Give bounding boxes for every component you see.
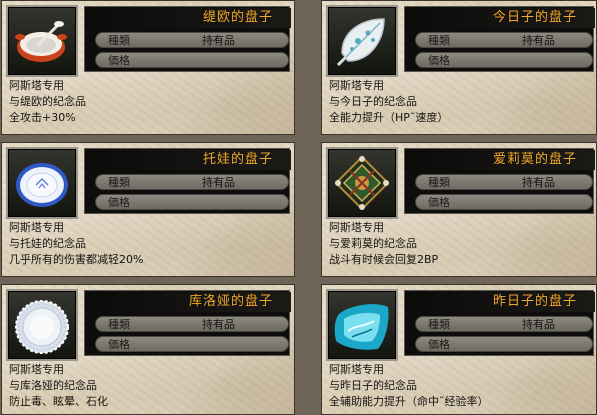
price-label: 価格 bbox=[428, 196, 450, 209]
lace-plate-icon bbox=[6, 289, 78, 361]
item-header: 缇欧的盘子 種類 持有品 価格 bbox=[84, 6, 291, 72]
type-label: 種類 bbox=[428, 34, 450, 47]
price-label: 価格 bbox=[108, 338, 130, 351]
item-description: 阿斯塔专用 与今日子的纪念品 全能力提升（HP˜速度） bbox=[329, 78, 448, 126]
desc-line: 全攻击+30% bbox=[9, 111, 76, 124]
desc-line: 阿斯塔专用 bbox=[9, 79, 64, 92]
item-description: 阿斯塔专用 与托娃的纪念品 几乎所有的伤害都减轻20% bbox=[9, 220, 143, 268]
type-value: 持有品 bbox=[202, 34, 235, 47]
desc-line: 与缇欧的纪念品 bbox=[9, 95, 86, 108]
type-value: 持有品 bbox=[522, 318, 555, 331]
item-card[interactable]: 缇欧的盘子 種類 持有品 価格 阿斯塔专用 与缇欧的纪念品 全攻击+30% bbox=[1, 0, 295, 135]
desc-line: 战斗有时候会回复2BP bbox=[329, 253, 439, 266]
desc-line: 与爱莉莫的纪念品 bbox=[329, 237, 417, 250]
price-row: 価格 bbox=[415, 194, 593, 210]
item-card[interactable]: 库洛娅的盘子 種類 持有品 価格 阿斯塔专用 与库洛娅的纪念品 防止毒、眩晕、石… bbox=[1, 284, 295, 415]
desc-line: 全能力提升（HP˜速度） bbox=[329, 111, 449, 124]
blue-plate-icon bbox=[6, 147, 78, 219]
type-label: 種類 bbox=[428, 176, 450, 189]
item-header: 库洛娅的盘子 種類 持有品 価格 bbox=[84, 290, 291, 356]
type-row: 種類 持有品 bbox=[415, 174, 593, 190]
cyan-plate-icon bbox=[326, 289, 398, 361]
type-label: 種類 bbox=[428, 318, 450, 331]
item-grid: 缇欧的盘子 種類 持有品 価格 阿斯塔专用 与缇欧的纪念品 全攻击+30% 今日… bbox=[0, 0, 597, 415]
desc-line: 与今日子的纪念品 bbox=[329, 95, 417, 108]
item-card[interactable]: 托娃的盘子 種類 持有品 価格 阿斯塔专用 与托娃的纪念品 几乎所有的伤害都减轻… bbox=[1, 142, 295, 277]
item-title: 今日子的盘子 bbox=[405, 8, 595, 28]
item-card[interactable]: 今日子的盘子 種類 持有品 価格 阿斯塔专用 与今日子的纪念品 全能力提升（HP… bbox=[321, 0, 597, 135]
item-title: 昨日子的盘子 bbox=[405, 292, 595, 312]
desc-line: 阿斯塔专用 bbox=[9, 363, 64, 376]
item-header: 托娃的盘子 種類 持有品 価格 bbox=[84, 148, 291, 214]
price-row: 価格 bbox=[95, 336, 289, 352]
desc-line: 与库洛娅的纪念品 bbox=[9, 379, 97, 392]
type-label: 種類 bbox=[108, 34, 130, 47]
item-title: 爱莉莫的盘子 bbox=[405, 150, 595, 170]
leaf-plate-icon bbox=[326, 5, 398, 77]
type-label: 種類 bbox=[108, 176, 130, 189]
item-description: 阿斯塔专用 与库洛娅的纪念品 防止毒、眩晕、石化 bbox=[9, 362, 108, 410]
desc-line: 全辅助能力提升（命中˜经验率） bbox=[329, 395, 489, 408]
desc-line: 与托娃的纪念品 bbox=[9, 237, 86, 250]
item-description: 阿斯塔专用 与爱莉莫的纪念品 战斗有时候会回复2BP bbox=[329, 220, 438, 268]
desc-line: 阿斯塔专用 bbox=[329, 79, 384, 92]
price-label: 価格 bbox=[428, 54, 450, 67]
desc-line: 与昨日子的纪念品 bbox=[329, 379, 417, 392]
desc-line: 阿斯塔专用 bbox=[329, 363, 384, 376]
desc-line: 防止毒、眩晕、石化 bbox=[9, 395, 108, 408]
type-value: 持有品 bbox=[522, 176, 555, 189]
price-row: 価格 bbox=[95, 52, 289, 68]
item-title: 库洛娅的盘子 bbox=[85, 292, 291, 312]
item-description: 阿斯塔专用 与缇欧的纪念品 全攻击+30% bbox=[9, 78, 86, 126]
type-row: 種類 持有品 bbox=[415, 32, 593, 48]
price-label: 価格 bbox=[108, 54, 130, 67]
price-label: 価格 bbox=[428, 338, 450, 351]
price-label: 価格 bbox=[108, 196, 130, 209]
price-row: 価格 bbox=[415, 52, 593, 68]
type-row: 種類 持有品 bbox=[415, 316, 593, 332]
red-bowl-icon bbox=[6, 5, 78, 77]
item-description: 阿斯塔专用 与昨日子的纪念品 全辅助能力提升（命中˜经验率） bbox=[329, 362, 489, 410]
type-value: 持有品 bbox=[202, 318, 235, 331]
type-row: 種類 持有品 bbox=[95, 32, 289, 48]
item-title: 缇欧的盘子 bbox=[85, 8, 291, 28]
item-card[interactable]: 爱莉莫的盘子 種類 持有品 価格 阿斯塔专用 与爱莉莫的纪念品 战斗有时候会回复… bbox=[321, 142, 597, 277]
item-header: 爱莉莫的盘子 種類 持有品 価格 bbox=[404, 148, 595, 214]
price-row: 価格 bbox=[415, 336, 593, 352]
type-value: 持有品 bbox=[522, 34, 555, 47]
desc-line: 阿斯塔专用 bbox=[329, 221, 384, 234]
item-title: 托娃的盘子 bbox=[85, 150, 291, 170]
ornate-plate-icon bbox=[326, 147, 398, 219]
type-value: 持有品 bbox=[202, 176, 235, 189]
item-header: 今日子的盘子 種類 持有品 価格 bbox=[404, 6, 595, 72]
price-row: 価格 bbox=[95, 194, 289, 210]
item-card[interactable]: 昨日子的盘子 種類 持有品 価格 阿斯塔专用 与昨日子的纪念品 全辅助能力提升（… bbox=[321, 284, 597, 415]
type-row: 種類 持有品 bbox=[95, 174, 289, 190]
type-row: 種類 持有品 bbox=[95, 316, 289, 332]
desc-line: 几乎所有的伤害都减轻20% bbox=[9, 253, 144, 266]
type-label: 種類 bbox=[108, 318, 130, 331]
desc-line: 阿斯塔专用 bbox=[9, 221, 64, 234]
item-header: 昨日子的盘子 種類 持有品 価格 bbox=[404, 290, 595, 356]
